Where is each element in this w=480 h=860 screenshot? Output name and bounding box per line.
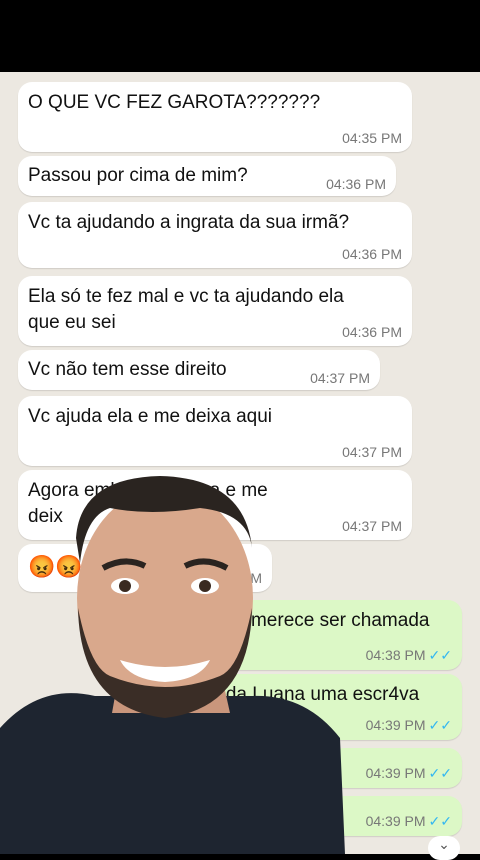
message-time: 04:39 PM ✓✓: [365, 813, 452, 829]
read-ticks-icon: ✓✓: [428, 647, 452, 663]
read-ticks-icon: ✓✓: [428, 813, 452, 829]
message-time: 04:39 PM ✓✓: [365, 765, 452, 781]
message-text: Vc não tem esse direito: [28, 359, 227, 380]
outgoing-message[interactable]: 04:39 PM ✓✓: [330, 796, 462, 836]
incoming-message[interactable]: Passou por cima de mim? 04:36 PM: [18, 156, 396, 196]
message-time: 04:38 PM ✓✓: [365, 647, 452, 663]
message-time: 04:37 PM: [342, 518, 402, 534]
incoming-message[interactable]: Vc não tem esse direito 04:37 PM: [18, 350, 380, 390]
message-text: Passou por cima de mim?: [28, 165, 248, 186]
incoming-message[interactable]: Vc ta ajudando a ingrata da sua irmã? 04…: [18, 202, 412, 268]
outgoing-message[interactable]: 04:39 PM ✓✓: [330, 748, 462, 788]
message-text: Vc ta ajudando a ingrata da sua irmã?: [28, 212, 350, 233]
read-ticks-icon: ✓✓: [428, 717, 452, 733]
message-time: 04:37 PM: [310, 370, 370, 386]
scroll-down-icon[interactable]: ⌄: [428, 836, 460, 860]
message-text: Ela só te fez mal e vc ta ajudando ela q…: [28, 286, 344, 333]
incoming-message[interactable]: O QUE VC FEZ GAROTA??????? 04:35 PM: [18, 82, 412, 152]
incoming-message[interactable]: Ela só te fez mal e vc ta ajudando ela q…: [18, 276, 412, 346]
person-overlay: [0, 476, 345, 854]
top-black-bar: [0, 0, 480, 72]
message-time: 04:35 PM: [342, 130, 402, 146]
message-time: 04:36 PM: [342, 324, 402, 340]
message-time: 04:36 PM: [342, 246, 402, 262]
message-time: 04:37 PM: [342, 444, 402, 460]
message-time: 04:36 PM: [326, 176, 386, 192]
incoming-message[interactable]: Vc ajuda ela e me deixa aqui 04:37 PM: [18, 396, 412, 466]
message-time: 04:39 PM ✓✓: [365, 717, 452, 733]
read-ticks-icon: ✓✓: [428, 765, 452, 781]
message-text: Vc ajuda ela e me deixa aqui: [28, 406, 272, 427]
message-text: O QUE VC FEZ GAROTA???????: [28, 92, 321, 113]
